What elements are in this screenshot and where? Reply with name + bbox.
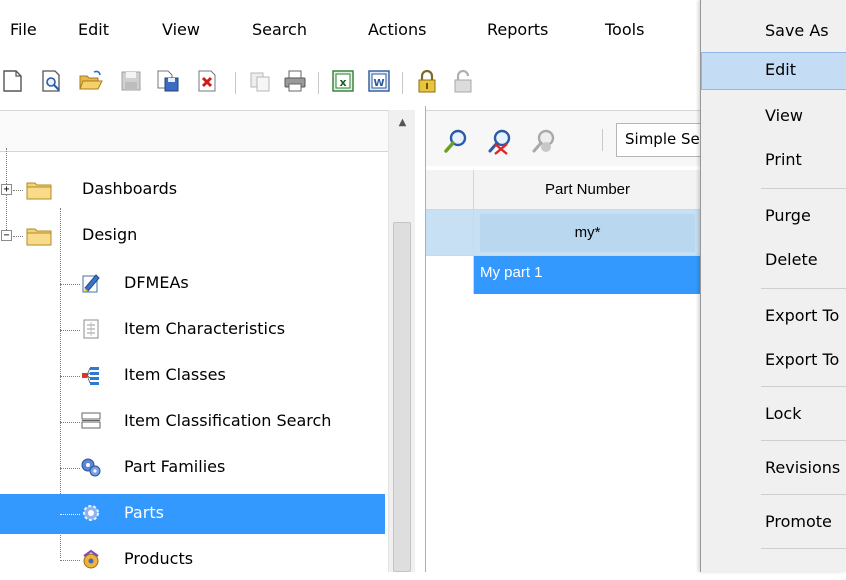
characteristics-icon [83,319,99,339]
clear-search-icon[interactable] [486,127,514,155]
tree-item-label: Dashboards [82,179,178,198]
menu-separator [761,494,846,495]
delete-icon[interactable] [195,68,221,94]
folder-icon [26,182,52,200]
context-menu: Save As Edit View Print Purge Delete Exp… [700,0,846,572]
expand-icon[interactable]: + [1,184,12,195]
part-number-filter-input[interactable]: my* [480,214,695,252]
tree-item-label: Item Classification Search [124,411,332,430]
tree-item-label: Item Classes [124,365,226,384]
tree-item-products[interactable]: Products [0,540,385,580]
menu-separator [761,386,846,387]
menu-bar: File Edit View Search Actions Reports To… [0,0,700,60]
menu-reports[interactable]: Reports [487,20,548,39]
search-icon[interactable] [442,127,470,155]
save-as-icon[interactable] [155,68,181,94]
open-folder-icon[interactable] [78,68,104,94]
tree-item-parts[interactable]: Parts [0,494,385,534]
menu-item-revisions[interactable]: Revisions [701,450,846,488]
grid-toolbar: Simple Search [426,110,706,166]
menu-item-lock[interactable]: Lock [701,396,846,434]
menu-item-delete[interactable]: Delete [701,242,846,280]
toolbar-separator [602,129,603,151]
menu-file[interactable]: File [10,20,37,39]
item-classes-icon [82,367,99,385]
menu-item-export-to-1[interactable]: Export To [701,298,846,336]
scroll-up-arrow-icon[interactable]: ▲ [389,110,416,136]
navigation-tree: + Dashboards − Design DFMEAs Item Charac… [0,106,415,572]
menu-separator [761,440,846,441]
menu-actions[interactable]: Actions [368,20,426,39]
tree-item-item-classification-search[interactable]: Item Classification Search [0,402,385,442]
tree-item-label: Part Families [124,457,226,476]
row-header-filter [426,210,474,256]
menu-search[interactable]: Search [252,20,307,39]
menu-separator [761,548,846,549]
print-preview-icon[interactable] [40,68,66,94]
scrollbar-thumb[interactable] [393,222,411,572]
menu-item-view[interactable]: View [701,98,846,136]
dfmea-icon [82,274,100,293]
svg-text:x: x [339,76,346,89]
unlock-icon[interactable] [450,68,476,94]
toolbar-separator [318,72,319,94]
menu-item-print[interactable]: Print [701,142,846,180]
menu-item-edit[interactable]: Edit [701,52,846,90]
tree-item-part-families[interactable]: Part Families [0,448,385,488]
row-header[interactable] [426,256,474,294]
new-doc-icon[interactable] [0,68,26,94]
menu-item-export-to-2[interactable]: Export To [701,342,846,380]
toolbar-separator [402,72,403,94]
lock-icon[interactable] [414,68,440,94]
copy-icon[interactable] [248,68,274,94]
results-grid-panel: Simple Search Part Number my* My part 1 [425,106,706,572]
cancel-search-icon[interactable] [530,127,558,155]
toolbar: x W [0,60,700,106]
filter-row: my* [474,210,701,256]
tree-item-label: Parts [124,503,164,522]
tree-item-label: Design [82,225,138,244]
menu-separator [761,188,846,189]
table-row[interactable]: My part 1 [474,256,701,294]
tree-item-label: Item Characteristics [124,319,286,338]
menu-view[interactable]: View [162,20,200,39]
menu-separator [761,288,846,289]
menu-item-save-as[interactable]: Save As [701,13,846,51]
folder-icon [26,228,52,246]
tree-header [0,110,390,152]
svg-text:W: W [373,78,384,89]
save-icon[interactable] [118,68,144,94]
menu-item-promote[interactable]: Promote [701,504,846,542]
tree-item-dashboards[interactable]: + Dashboards [0,170,385,210]
tree-item-label: DFMEAs [124,273,189,292]
collapse-icon[interactable]: − [1,230,12,241]
search-mode-dropdown[interactable]: Simple Search [616,123,706,157]
tree-item-design[interactable]: − Design [0,216,385,256]
parts-gear-icon [83,505,99,521]
tree-item-label: Products [124,549,194,568]
row-header-corner [426,170,474,210]
print-icon[interactable] [282,68,308,94]
toolbar-separator [235,72,236,94]
menu-tools[interactable]: Tools [605,20,644,39]
tree-scrollbar[interactable]: ▲ [388,110,415,572]
products-icon [83,549,99,569]
tree-item-item-classes[interactable]: Item Classes [0,356,385,396]
word-icon[interactable]: W [366,68,392,94]
column-header-part-number[interactable]: Part Number [474,170,701,210]
part-families-icon [81,458,101,477]
excel-icon[interactable]: x [330,68,356,94]
classification-icon [81,412,101,429]
tree-item-dfmeas[interactable]: DFMEAs [0,264,385,304]
tree-item-item-characteristics[interactable]: Item Characteristics [0,310,385,350]
menu-edit[interactable]: Edit [78,20,109,39]
menu-item-purge[interactable]: Purge [701,198,846,236]
